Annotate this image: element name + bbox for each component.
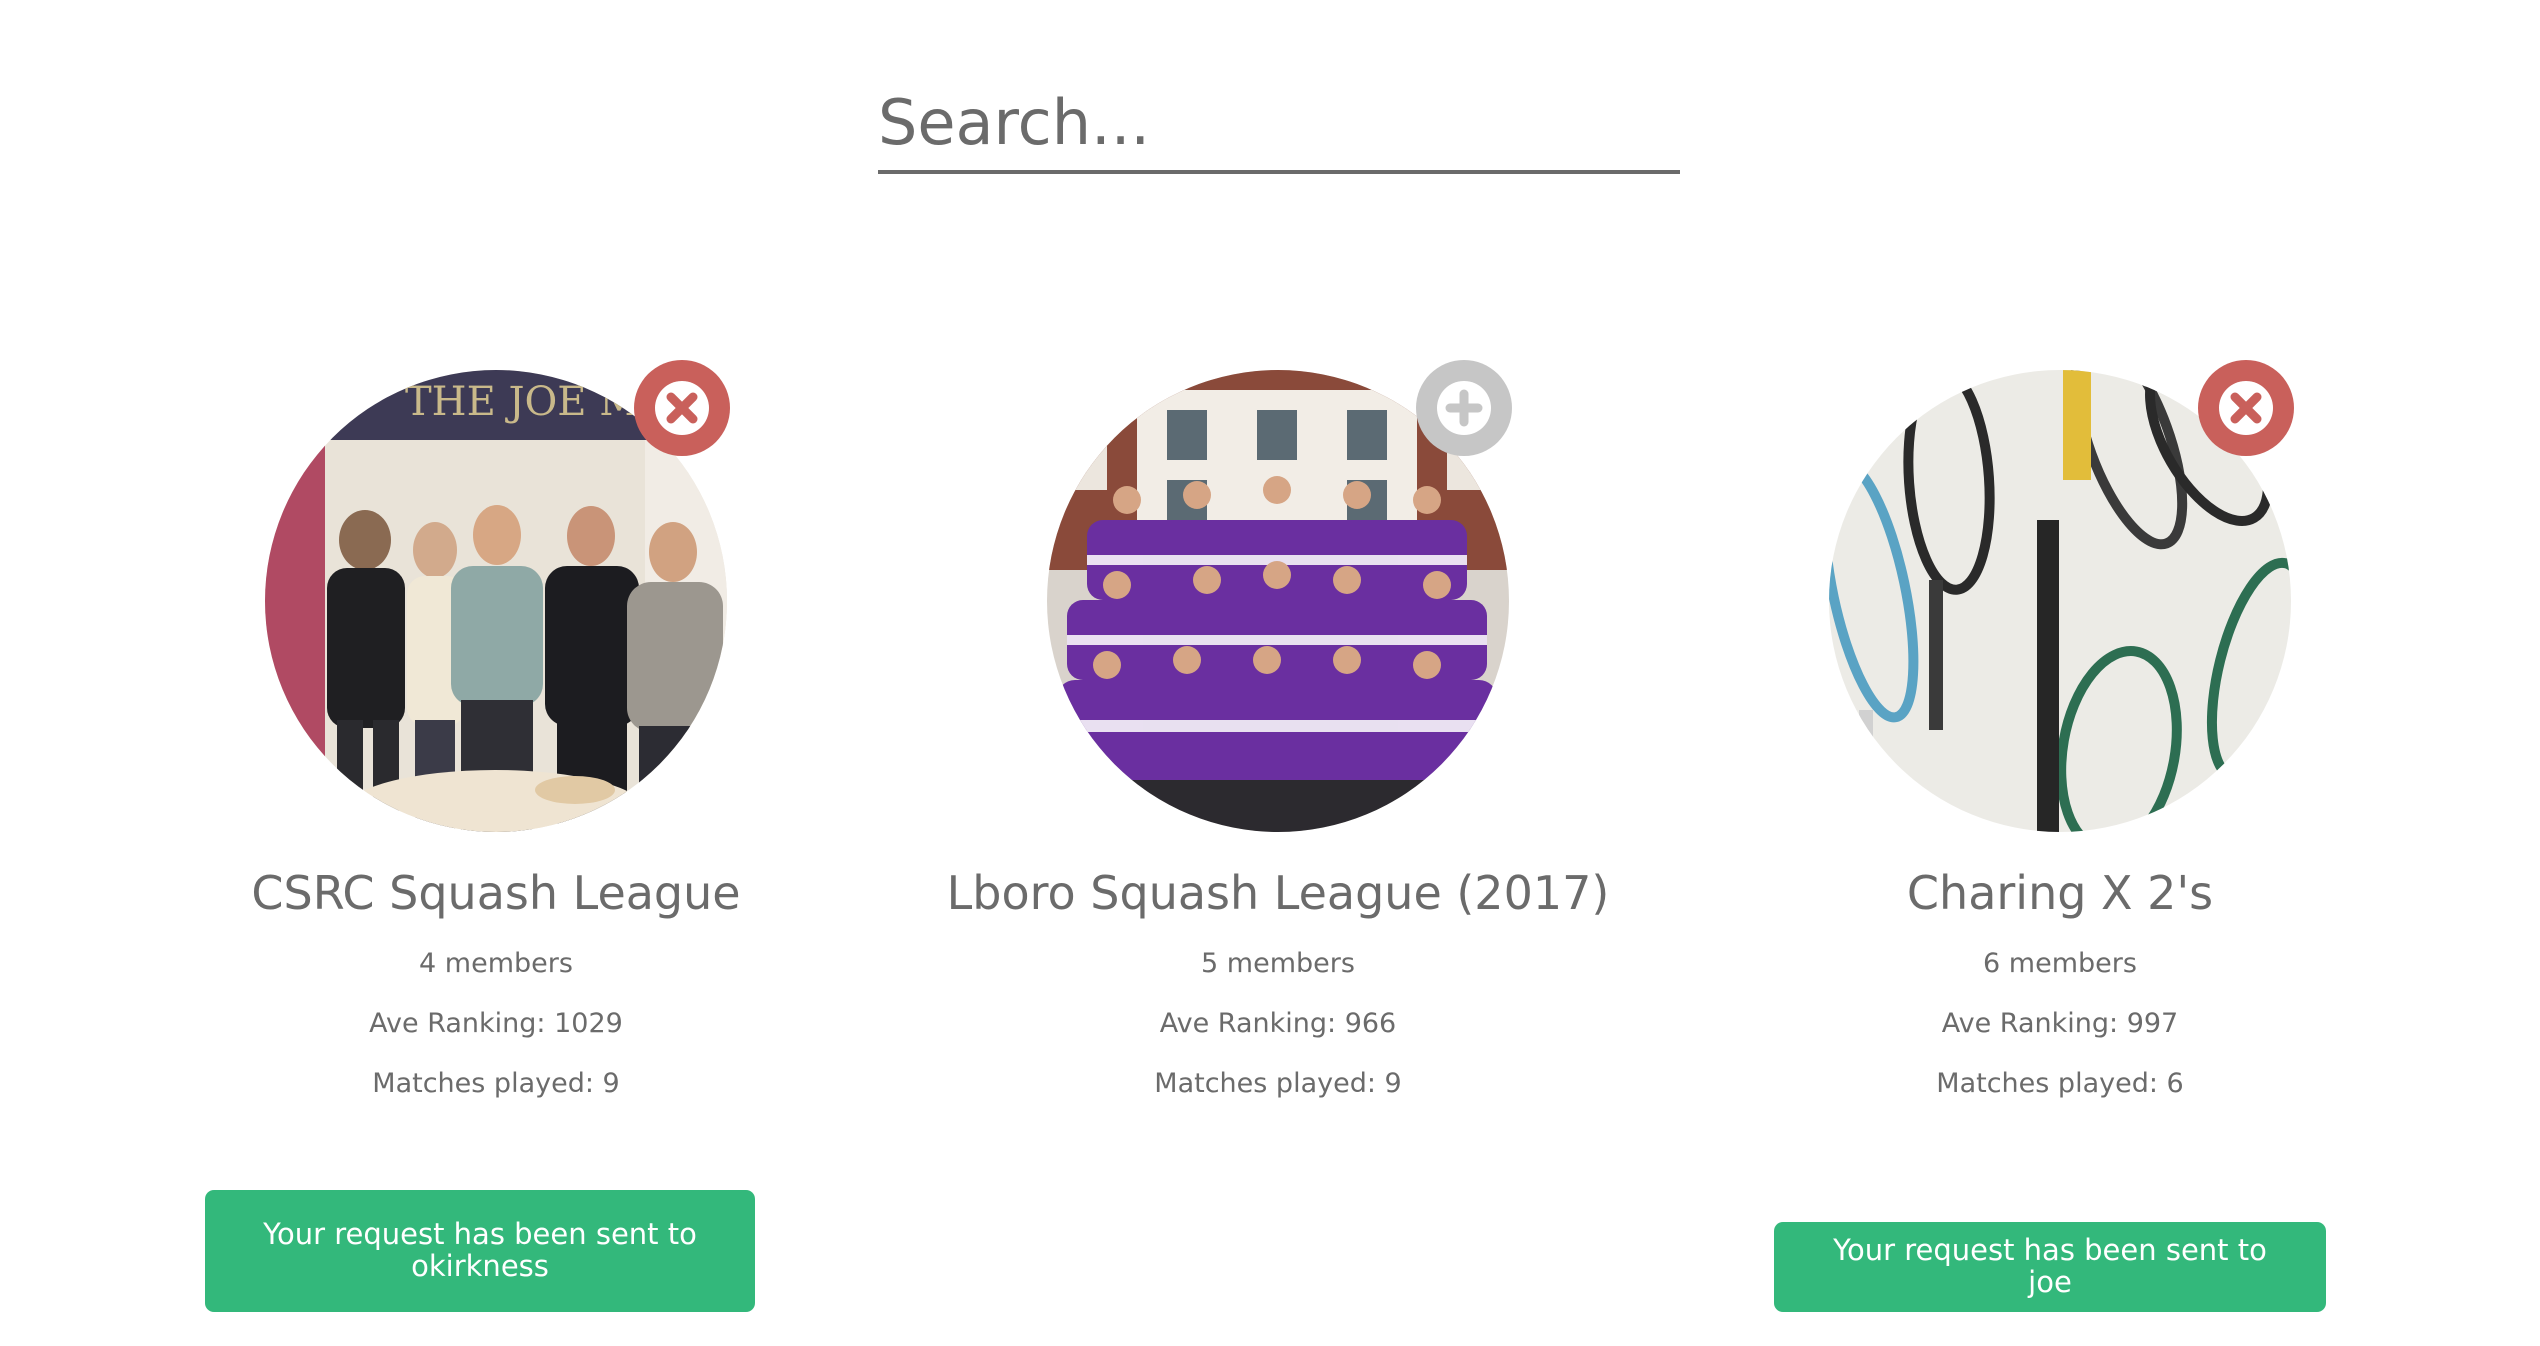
search-bar [878, 70, 1680, 174]
league-card: THE JOE MAC CSRC Squash League 4 members… [96, 360, 896, 1330]
members-count: 5 members [1201, 948, 1355, 979]
add-icon [1437, 381, 1491, 435]
league-name[interactable]: CSRC Squash League [96, 866, 896, 920]
league-name[interactable]: Charing X 2's [1660, 866, 2460, 920]
average-ranking: Ave Ranking: 997 [1941, 1008, 2179, 1039]
close-icon [2219, 381, 2273, 435]
members-count: 4 members [419, 948, 573, 979]
add-button[interactable] [1416, 360, 1512, 456]
average-ranking: Ave Ranking: 966 [1159, 1008, 1397, 1039]
search-input[interactable] [878, 70, 1680, 170]
matches-played: Matches played: 6 [1936, 1068, 2184, 1099]
page: THE JOE MAC [0, 0, 2540, 1346]
average-ranking: Ave Ranking: 1029 [369, 1008, 623, 1039]
request-sent-button[interactable]: Your request has been sent to joe [1774, 1222, 2326, 1312]
members-count: 6 members [1983, 948, 2137, 979]
request-sent-button[interactable]: Your request has been sent to okirkness [205, 1190, 755, 1312]
close-icon [655, 381, 709, 435]
matches-played: Matches played: 9 [1154, 1068, 1402, 1099]
league-name[interactable]: Lboro Squash League (2017) [878, 866, 1678, 920]
matches-played: Matches played: 9 [372, 1068, 620, 1099]
league-card: Charing X 2's 6 members Ave Ranking: 997… [1660, 360, 2460, 1330]
remove-button[interactable] [2198, 360, 2294, 456]
league-card: Lboro Squash League (2017) 5 members Ave… [878, 360, 1678, 1330]
remove-button[interactable] [634, 360, 730, 456]
